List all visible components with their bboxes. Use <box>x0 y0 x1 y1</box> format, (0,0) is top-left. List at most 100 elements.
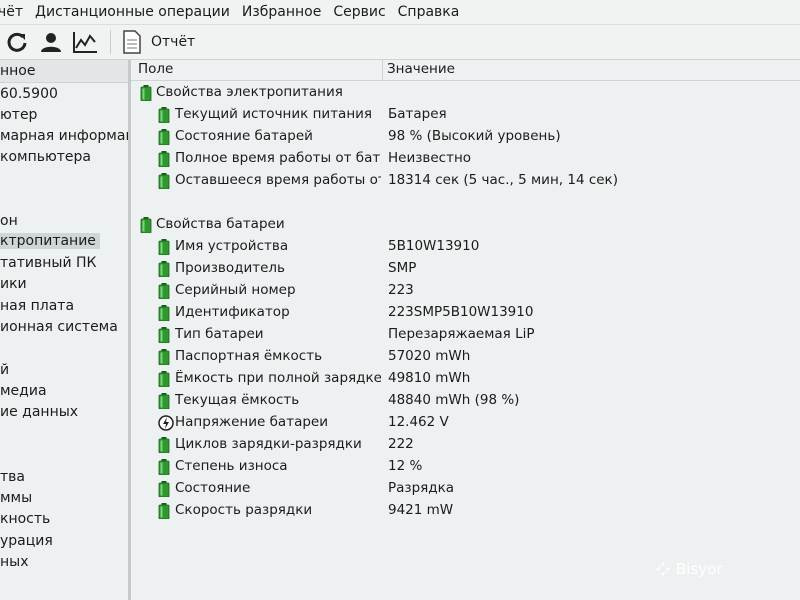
tree-item[interactable]: кность <box>0 511 50 527</box>
voltage-icon <box>158 415 174 431</box>
property-value: 49810 mWh <box>388 370 471 386</box>
battery-icon <box>158 459 170 475</box>
tree-item[interactable]: ютер <box>0 107 37 123</box>
group-header[interactable]: Свойства электропитания <box>131 82 800 104</box>
properties-list: Поле Значение Свойства электропитания Тек… <box>131 60 800 600</box>
battery-icon <box>158 305 170 321</box>
tree-item[interactable]: тва <box>0 469 25 485</box>
group-header[interactable]: Свойства батареи <box>131 214 800 236</box>
property-value: Неизвестно <box>388 150 472 166</box>
property-row[interactable]: Производитель SMP <box>131 258 800 280</box>
column-divider[interactable] <box>382 60 383 80</box>
report-button[interactable]: Отчёт <box>151 34 195 50</box>
battery-icon <box>158 107 170 123</box>
property-value: 57020 mWh <box>388 348 471 364</box>
property-value: 223 <box>388 282 414 298</box>
property-row[interactable]: Идентификатор 223SMP5B10W13910 <box>131 302 800 324</box>
battery-icon <box>158 481 170 497</box>
battery-icon <box>158 239 170 255</box>
property-value: 98 % (Высокий уровень) <box>388 128 561 144</box>
report-icon[interactable] <box>119 29 145 55</box>
tree-item[interactable]: ики <box>0 276 27 292</box>
property-row[interactable]: Состояние батарей 98 % (Высокий уровень) <box>131 126 800 148</box>
tree-item[interactable]: компьютера <box>0 149 91 165</box>
toolbar: Отчёт <box>0 25 800 60</box>
column-value[interactable]: Значение <box>387 61 455 77</box>
tree-item-power-selected[interactable]: ктропитание <box>0 233 100 249</box>
property-row[interactable]: Напряжение батареи 12.462 V <box>131 412 800 434</box>
group-title: Свойства батареи <box>156 216 285 232</box>
property-row[interactable]: Полное время работы от батар... Неизвестн… <box>131 148 800 170</box>
user-icon[interactable] <box>38 29 64 55</box>
battery-icon <box>158 503 170 519</box>
menu-bar: чёт Дистанционные операции Избранное Сер… <box>0 0 800 25</box>
menu-help[interactable]: Справка <box>392 4 466 20</box>
property-row[interactable]: Оставшееся время работы от б... 18314 сек… <box>131 170 800 192</box>
property-row[interactable]: Степень износа 12 % <box>131 456 800 478</box>
battery-icon <box>158 129 170 145</box>
tree-item[interactable]: урация <box>0 533 53 549</box>
property-value: 12.462 V <box>388 414 449 430</box>
property-field: Серийный номер <box>175 282 296 298</box>
property-row[interactable]: Текущий источник питания Батарея <box>131 104 800 126</box>
property-row[interactable]: Циклов зарядки-разрядки 222 <box>131 434 800 456</box>
property-row[interactable]: Имя устройства 5B10W13910 <box>131 236 800 258</box>
tree-item[interactable]: ммы <box>0 490 32 506</box>
property-field: Степень износа <box>175 458 288 474</box>
property-field: Имя устройства <box>175 238 289 254</box>
menu-report[interactable]: чёт <box>0 4 29 20</box>
column-field[interactable]: Поле <box>138 61 173 77</box>
menu-favorites[interactable]: Избранное <box>236 4 328 20</box>
property-row[interactable]: Тип батареи Перезаряжаемая LiP <box>131 324 800 346</box>
battery-icon <box>158 437 170 453</box>
battery-icon <box>140 85 152 101</box>
tree-item[interactable]: ная плата <box>0 298 74 314</box>
battery-icon <box>158 173 170 189</box>
property-row[interactable]: Паспортная ёмкость 57020 mWh <box>131 346 800 368</box>
column-header: Поле Значение <box>131 60 800 81</box>
property-row[interactable]: Текущая ёмкость 48840 mWh (98 %) <box>131 390 800 412</box>
property-field: Тип батареи <box>175 326 264 342</box>
tree-item[interactable]: ных <box>0 554 29 570</box>
tree-header[interactable]: нное <box>0 60 128 83</box>
property-field: Напряжение батареи <box>175 414 328 430</box>
tree-item[interactable]: ионная система <box>0 319 118 335</box>
tree-item[interactable]: й <box>0 362 9 378</box>
property-value: 18314 сек (5 час., 5 мин, 14 сек) <box>388 172 618 188</box>
tree-item[interactable]: тативный ПК <box>0 255 96 271</box>
refresh-icon[interactable] <box>4 29 30 55</box>
battery-icon <box>158 261 170 277</box>
tree-item[interactable]: медиа <box>0 383 47 399</box>
property-value: Батарея <box>388 106 447 122</box>
property-field: Скорость разрядки <box>175 502 313 518</box>
property-value: 48840 mWh (98 %) <box>388 392 520 408</box>
property-field: Циклов зарядки-разрядки <box>175 436 362 452</box>
property-field: Текущий источник питания <box>175 106 373 122</box>
group-title: Свойства электропитания <box>156 84 343 100</box>
property-row[interactable]: Состояние Разрядка <box>131 478 800 500</box>
battery-icon <box>158 151 170 167</box>
property-value: 12 % <box>388 458 423 474</box>
toolbar-separator <box>110 30 111 54</box>
tree-item[interactable]: он <box>0 213 18 229</box>
property-row[interactable]: Скорость разрядки 9421 mW <box>131 500 800 522</box>
property-row[interactable]: Серийный номер 223 <box>131 280 800 302</box>
property-value: SMP <box>388 260 417 276</box>
battery-icon <box>158 371 170 387</box>
tree-item[interactable]: ие данных <box>0 404 78 420</box>
property-value: 222 <box>388 436 414 452</box>
battery-icon <box>140 217 152 233</box>
watermark-logo-icon <box>656 562 670 576</box>
watermark: Bisyor <box>656 560 723 578</box>
property-row[interactable]: Ёмкость при полной зарядке 49810 mWh <box>131 368 800 390</box>
tree-item[interactable]: 60.5900 <box>0 86 58 102</box>
chart-icon[interactable] <box>72 29 98 55</box>
battery-icon <box>158 327 170 343</box>
menu-remote-operations[interactable]: Дистанционные операции <box>29 4 236 20</box>
battery-icon <box>158 283 170 299</box>
navigation-tree: нное 60.5900 ютер марная информация комп… <box>0 60 131 600</box>
menu-service[interactable]: Сервис <box>327 4 391 20</box>
tree-item[interactable]: марная информация <box>0 128 128 144</box>
property-field: Паспортная ёмкость <box>175 348 323 364</box>
property-field: Производитель <box>175 260 286 276</box>
